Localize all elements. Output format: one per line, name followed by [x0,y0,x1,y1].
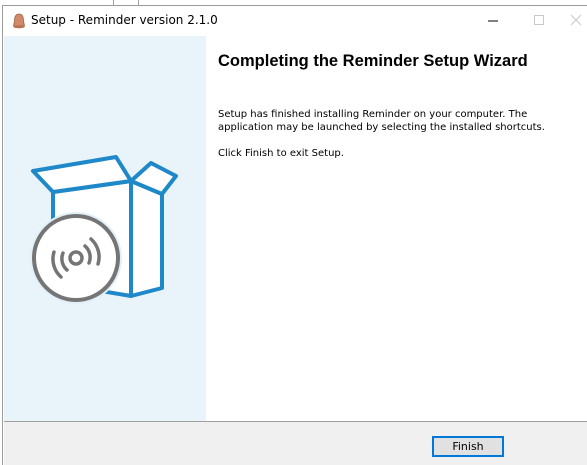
wizard-side-panel [4,36,206,421]
maximize-icon [534,15,544,25]
setup-window: Setup - Reminder version 2.1.0 Completin… [2,5,587,465]
wizard-main-panel: Completing the Reminder Setup Wizard Set… [206,36,587,421]
page-title: Completing the Reminder Setup Wizard [218,52,528,70]
minimize-button[interactable] [470,6,516,36]
finish-message: Setup has finished installing Reminder o… [218,109,545,133]
install-box-disc-icon [30,155,178,304]
maximize-button[interactable] [516,6,562,36]
minimize-icon [488,20,498,22]
close-button[interactable] [562,6,587,36]
finish-button[interactable]: Finish [432,436,504,457]
close-icon [570,14,582,26]
window-title: Setup - Reminder version 2.1.0 [31,13,218,27]
title-bar[interactable]: Setup - Reminder version 2.1.0 [3,6,587,36]
bell-icon [13,13,25,29]
exit-instruction: Click Finish to exit Setup. [218,148,344,159]
